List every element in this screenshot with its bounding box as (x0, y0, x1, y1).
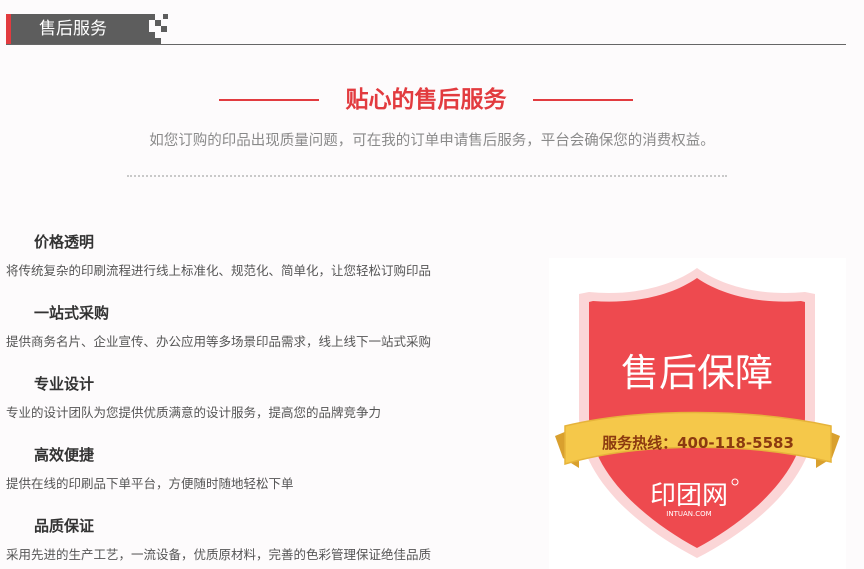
headline-title: 贴心的售后服务 (345, 87, 507, 113)
brand-domain: INTUAN.COM (666, 510, 711, 518)
brand-logo-text: 印团网 (650, 481, 728, 511)
feature-title-price: 价格透明 (34, 233, 95, 251)
feature-title-design: 专业设计 (34, 375, 95, 393)
badge-hotline: 服务热线：400-118-5583 (602, 434, 794, 452)
feature-desc-efficient: 提供在线的印刷品下单平台，方便随时随地轻松下单 (6, 476, 294, 491)
section-tab-after-sales[interactable]: 售后服务 (11, 14, 141, 45)
tab-underline (6, 44, 846, 45)
feature-desc-design: 专业的设计团队为您提供优质满意的设计服务，提高您的品牌竞争力 (6, 405, 382, 420)
feature-desc-price: 将传统复杂的印刷流程进行线上标准化、规范化、简单化，让您轻松订购印品 (6, 263, 432, 278)
section-tab-bar: 售后服务 (6, 14, 846, 46)
tab-pixel-decoration (141, 14, 171, 45)
headline-right-rule (533, 99, 633, 101)
feature-title-one-stop: 一站式采购 (34, 304, 110, 322)
headline: 贴心的售后服务 (0, 80, 864, 120)
headline-subtitle: 如您订购的印品出现质量问题，可在我的订单申请售后服务，平台会确保您的消费权益。 (149, 133, 715, 149)
feature-desc-quality: 采用先进的生产工艺，一流设备，优质原材料，完善的色彩管理保证绝佳品质 (6, 547, 432, 562)
after-sales-badge-panel: 售后保障 服务热线：400-118-5583 印团网 INTUAN.COM (549, 258, 846, 569)
shield-badge-icon: 售后保障 服务热线：400-118-5583 印团网 INTUAN.COM (555, 268, 840, 558)
feature-title-efficient: 高效便捷 (34, 446, 95, 464)
feature-title-quality: 品质保证 (34, 517, 95, 535)
dotted-divider (127, 175, 727, 177)
feature-desc-one-stop: 提供商务名片、企业宣传、办公应用等多场景印品需求，线上线下一站式采购 (6, 334, 432, 349)
headline-left-rule (219, 99, 319, 101)
badge-title: 售后保障 (621, 351, 773, 395)
